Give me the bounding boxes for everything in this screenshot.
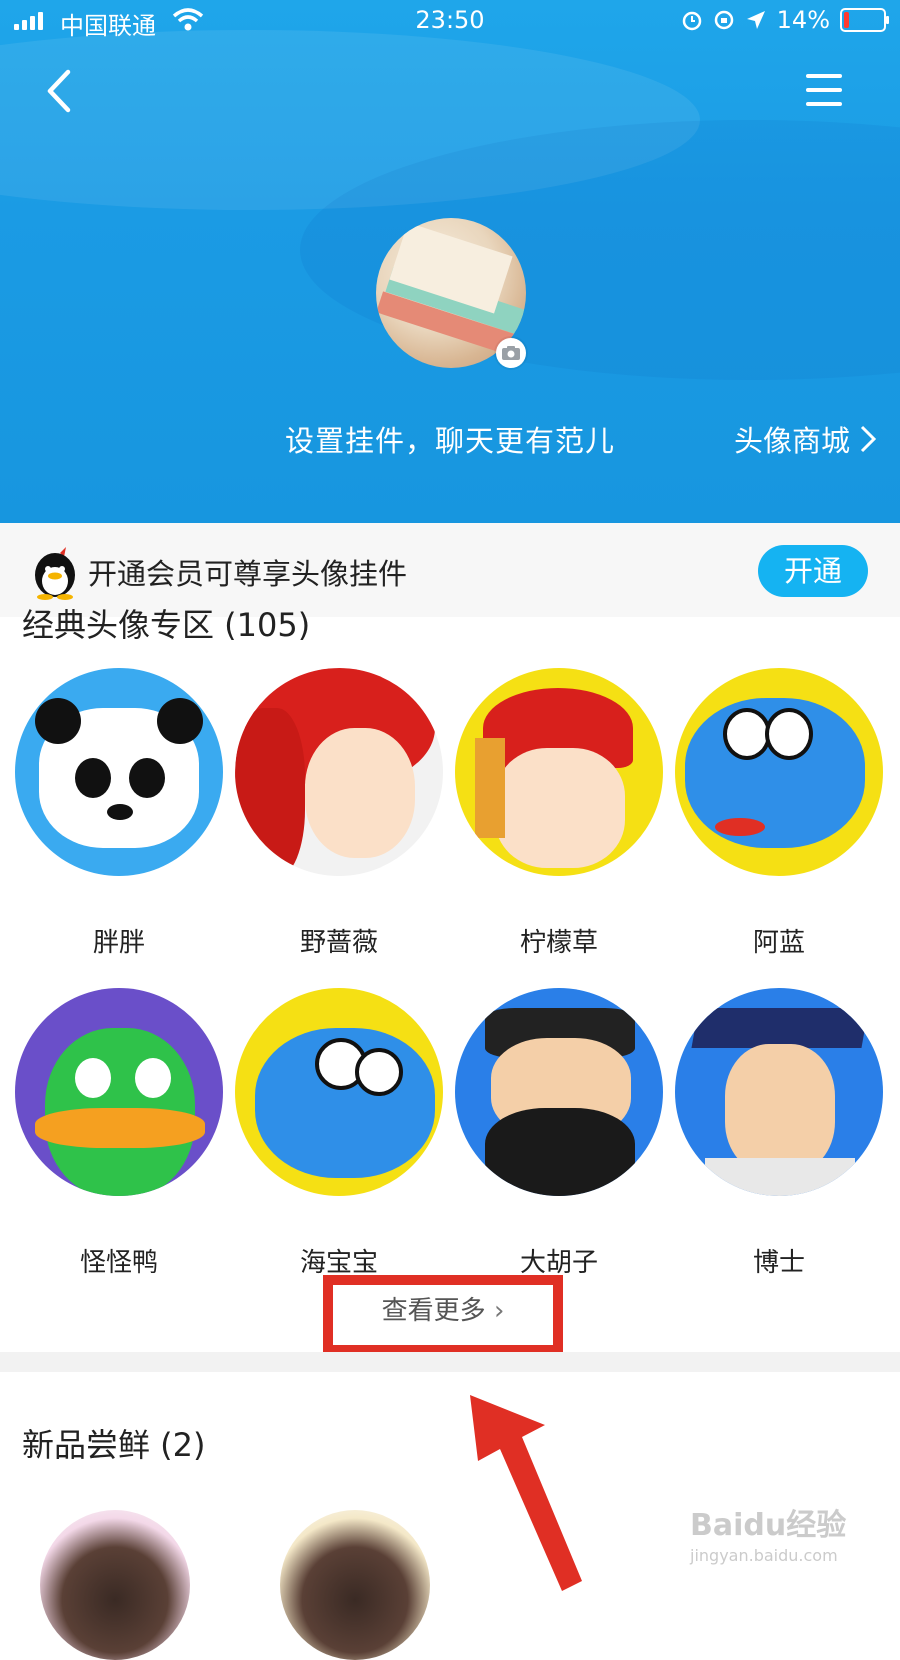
avatar-thumb [235,668,443,876]
member-banner: 开通会员可尊享头像挂件 开通 [0,523,900,617]
alarm-icon [682,11,701,31]
avatar-thumb [15,988,223,1196]
avatar-item-alan[interactable]: 阿蓝 [674,668,884,958]
avatar-thumb [455,668,663,876]
back-icon[interactable] [40,68,80,114]
rotation-lock-icon [714,10,733,30]
classic-section-title: 经典头像专区 (105) [22,608,311,642]
avatar-item-pangpang[interactable]: 胖胖 [14,668,224,958]
avatar-thumb [455,988,663,1196]
avatar-name: 博士 [752,1248,805,1278]
battery-percent: 14% [776,6,830,34]
avatar-name: 阿蓝 [752,928,805,958]
new-avatar-thumb[interactable] [40,1510,190,1660]
watermark-url: jingyan.baidu.com [690,1546,838,1565]
avatar-name: 怪怪鸭 [79,1248,158,1278]
avatar-name: 胖胖 [92,928,145,958]
status-bar: 中国联通 23:50 14% [0,0,900,44]
avatar-item-guaiguaiya[interactable]: 怪怪鸭 [14,988,224,1278]
avatar-name: 野蔷薇 [299,928,378,958]
new-avatar-thumb[interactable] [280,1510,430,1660]
highlight-box [323,1275,563,1355]
chevron-right-icon [860,425,877,453]
location-icon [746,11,765,29]
open-membership-button[interactable]: 开通 [758,545,868,597]
battery-icon [840,8,889,32]
watermark: Baidu经验 jingyan.baidu.com [690,1500,846,1565]
avatar-store-link[interactable]: 头像商城 [734,418,878,460]
avatar-item-boshi[interactable]: 博士 [674,988,884,1278]
red-arrow-icon [470,1395,582,1591]
avatar-item-dahuzi[interactable]: 大胡子 [454,988,664,1278]
camera-icon[interactable] [496,338,526,368]
section-divider [0,1352,900,1372]
avatar-item-yeqiangwei[interactable]: 野蔷薇 [234,668,444,958]
profile-header: 中国联通 23:50 14% 设置挂件，聊天更有范儿 头像商城 [0,0,900,523]
avatar-thumb [235,988,443,1196]
avatar-thumb [15,668,223,876]
avatar-name: 大胡子 [519,1248,598,1278]
avatar-thumb [675,668,883,876]
avatar-name: 海宝宝 [299,1248,378,1278]
avatar-name: 柠檬草 [519,928,598,958]
avatar-store-label: 头像商城 [733,424,850,458]
banner-text: 开通会员可尊享头像挂件 [88,557,408,591]
avatar-item-ningmengcao[interactable]: 柠檬草 [454,668,664,958]
new-section-title: 新品尝鲜 (2) [22,1426,206,1464]
qq-penguin-icon [35,545,75,600]
avatar-thumb [675,988,883,1196]
menu-icon[interactable] [806,74,842,106]
status-right: 14% [681,6,889,34]
watermark-brand: Baidu经验 [690,1508,847,1543]
avatar-item-haibaobao[interactable]: 海宝宝 [234,988,444,1278]
